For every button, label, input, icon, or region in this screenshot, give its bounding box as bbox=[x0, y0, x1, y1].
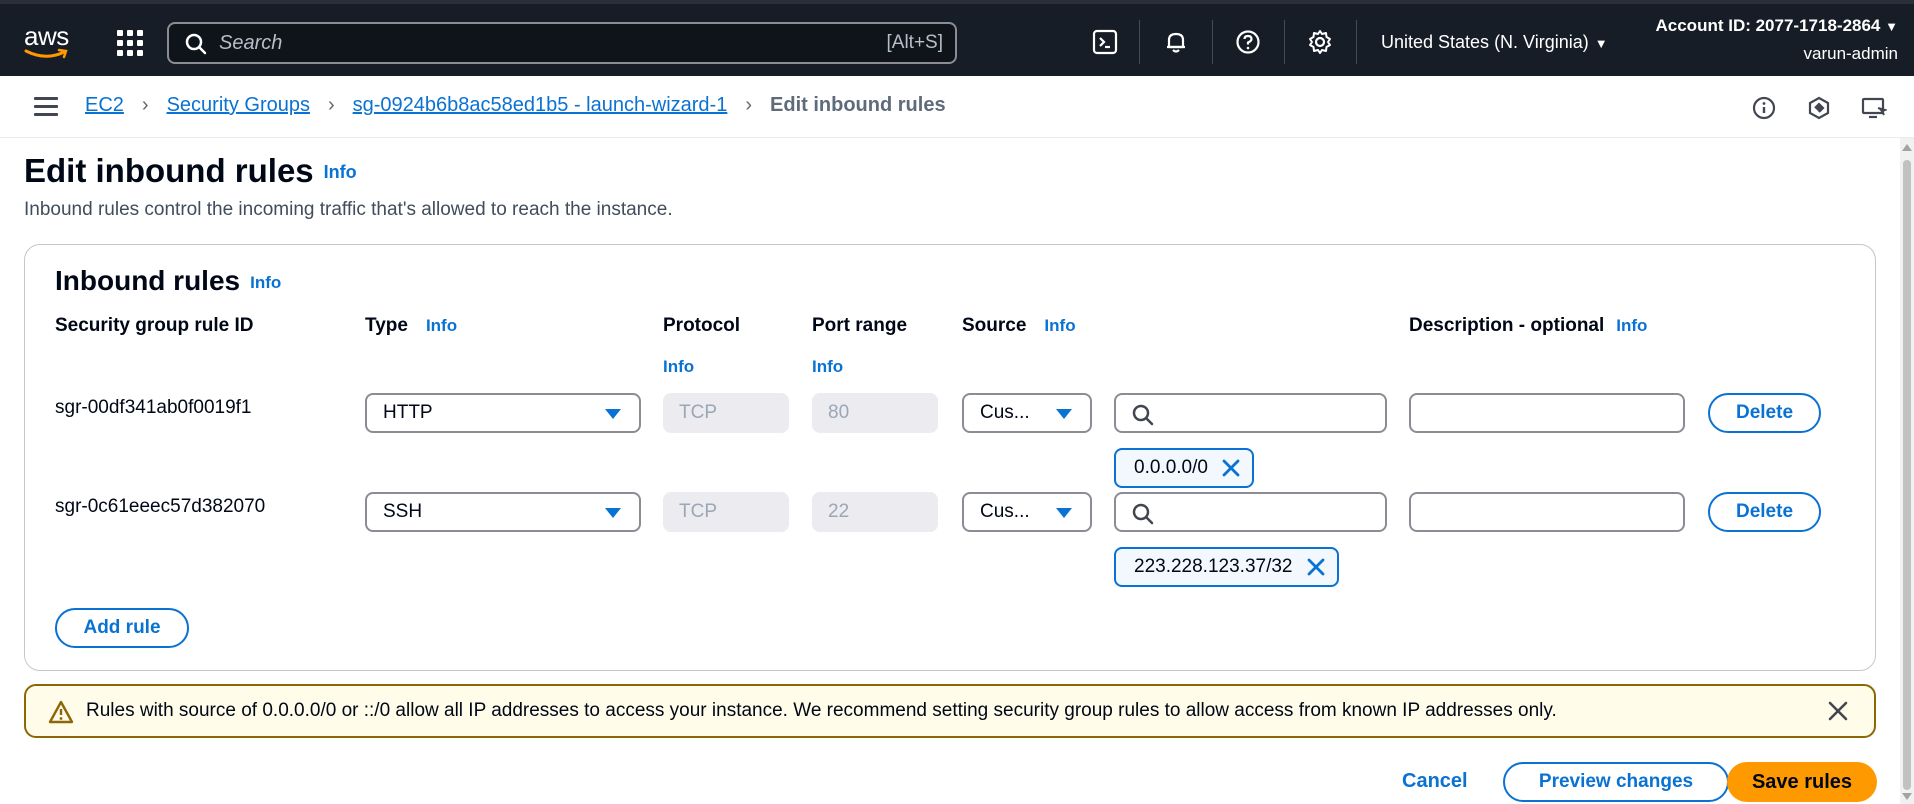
help-icon[interactable] bbox=[1232, 26, 1264, 58]
col-source-label: Source bbox=[962, 315, 1027, 336]
type-select-value: SSH bbox=[383, 501, 423, 522]
region-selector[interactable]: United States (N. Virginia) ▼ bbox=[1381, 32, 1608, 53]
source-type-select[interactable]: Cus... bbox=[962, 393, 1092, 433]
rule-id: sgr-00df341ab0f0019f1 bbox=[55, 397, 252, 418]
warning-text: Rules with source of 0.0.0.0/0 or ::/0 a… bbox=[86, 700, 1557, 721]
breadcrumb-bar: EC2 › Security Groups › sg-0924b6b8ac58e… bbox=[0, 76, 1914, 138]
monitor-icon[interactable] bbox=[1860, 94, 1888, 122]
port-range-info-link[interactable]: Info bbox=[812, 357, 843, 377]
account-menu[interactable]: Account ID: 2077-1718-2864 ▼ varun-admin bbox=[1656, 16, 1899, 64]
col-description: Description - optional Info bbox=[1409, 315, 1647, 337]
services-grid-icon[interactable] bbox=[117, 30, 143, 56]
gear-icon[interactable] bbox=[1304, 26, 1336, 58]
type-select-value: HTTP bbox=[383, 402, 433, 423]
warning-alert: Rules with source of 0.0.0.0/0 or ::/0 a… bbox=[24, 684, 1876, 738]
col-protocol: Protocol bbox=[663, 315, 741, 336]
settings-hex-icon[interactable] bbox=[1805, 94, 1833, 122]
search-icon bbox=[1132, 404, 1154, 426]
source-type-value: Cus... bbox=[980, 402, 1030, 423]
port-range-field: 80 bbox=[812, 393, 938, 433]
breadcrumb-security-groups[interactable]: Security Groups bbox=[167, 94, 310, 117]
caret-down-icon: ▼ bbox=[1885, 19, 1898, 34]
aws-logo[interactable]: aws bbox=[24, 21, 72, 60]
rule-id: sgr-0c61eeec57d382070 bbox=[55, 496, 266, 517]
menu-icon[interactable] bbox=[34, 97, 58, 117]
scroll-down-icon[interactable] bbox=[1902, 793, 1912, 800]
breadcrumb: EC2 › Security Groups › sg-0924b6b8ac58e… bbox=[85, 94, 946, 117]
source-token-label: 223.228.123.37/32 bbox=[1134, 556, 1293, 577]
source-search-input[interactable] bbox=[1114, 393, 1387, 433]
col-type: Type Info bbox=[365, 315, 457, 337]
smile-icon bbox=[24, 48, 68, 59]
user-name: varun-admin bbox=[1803, 44, 1899, 63]
col-source: Source Info bbox=[962, 315, 1076, 337]
search-shortcut: [Alt+S] bbox=[886, 32, 944, 53]
aws-logo-text: aws bbox=[24, 21, 69, 51]
col-port-range: Port range bbox=[812, 315, 908, 336]
breadcrumb-security-group[interactable]: sg-0924b6b8ac58ed1b5 - launch-wizard-1 bbox=[353, 94, 728, 117]
type-info-link[interactable]: Info bbox=[426, 316, 457, 335]
protocol-field: TCP bbox=[663, 393, 789, 433]
global-search[interactable]: [Alt+S] bbox=[167, 22, 957, 64]
panel-info-link[interactable]: Info bbox=[250, 273, 281, 292]
caret-down-icon bbox=[605, 508, 621, 518]
source-token: 0.0.0.0/0 bbox=[1114, 448, 1254, 488]
source-info-link[interactable]: Info bbox=[1044, 316, 1075, 335]
search-icon bbox=[1132, 503, 1154, 525]
caret-down-icon: ▼ bbox=[1594, 36, 1608, 51]
source-token: 223.228.123.37/32 bbox=[1114, 547, 1339, 587]
chevron-right-icon: › bbox=[745, 94, 753, 116]
page-scrollbar[interactable] bbox=[1900, 138, 1914, 804]
protocol-info-link[interactable]: Info bbox=[663, 357, 694, 377]
protocol-field: TCP bbox=[663, 492, 789, 532]
cloudshell-icon[interactable] bbox=[1089, 26, 1121, 58]
close-icon[interactable] bbox=[1826, 699, 1850, 723]
search-icon bbox=[185, 33, 207, 55]
cancel-button[interactable]: Cancel bbox=[1402, 770, 1468, 793]
source-type-select[interactable]: Cus... bbox=[962, 492, 1092, 532]
source-type-value: Cus... bbox=[980, 501, 1030, 522]
panel-title: Inbound rules Info bbox=[55, 265, 281, 297]
chevron-right-icon: › bbox=[141, 94, 149, 116]
page-title: Edit inbound rules Info bbox=[24, 152, 357, 190]
caret-down-icon bbox=[605, 409, 621, 419]
caret-down-icon bbox=[1056, 508, 1072, 518]
remove-token-icon[interactable] bbox=[1220, 457, 1242, 479]
port-range-field: 22 bbox=[812, 492, 938, 532]
description-input[interactable] bbox=[1409, 492, 1685, 532]
chevron-right-icon: › bbox=[327, 94, 335, 116]
panel-title-text: Inbound rules bbox=[55, 265, 241, 296]
scrollbar-thumb[interactable] bbox=[1903, 160, 1911, 790]
description-info-link[interactable]: Info bbox=[1616, 316, 1647, 335]
delete-rule-button[interactable]: Delete bbox=[1708, 492, 1821, 532]
account-id: Account ID: 2077-1718-2864 bbox=[1655, 16, 1881, 35]
warning-icon bbox=[48, 700, 74, 724]
description-input[interactable] bbox=[1409, 393, 1685, 433]
breadcrumb-current: Edit inbound rules bbox=[770, 94, 946, 116]
bell-icon[interactable] bbox=[1160, 26, 1192, 58]
search-input[interactable] bbox=[219, 30, 819, 56]
breadcrumb-ec2[interactable]: EC2 bbox=[85, 94, 124, 117]
inbound-rules-panel: Inbound rules Info Security group rule ID… bbox=[24, 244, 1876, 671]
type-select[interactable]: HTTP bbox=[365, 393, 641, 433]
page-title-text: Edit inbound rules bbox=[24, 152, 314, 189]
delete-rule-button[interactable]: Delete bbox=[1708, 393, 1821, 433]
page-info-link[interactable]: Info bbox=[324, 162, 357, 182]
scroll-up-icon[interactable] bbox=[1902, 144, 1912, 151]
col-type-label: Type bbox=[365, 315, 408, 336]
region-label: United States (N. Virginia) bbox=[1381, 32, 1589, 52]
col-rule-id: Security group rule ID bbox=[55, 315, 254, 336]
page-description: Inbound rules control the incoming traff… bbox=[24, 199, 673, 220]
remove-token-icon[interactable] bbox=[1305, 556, 1327, 578]
type-select[interactable]: SSH bbox=[365, 492, 641, 532]
preview-changes-button[interactable]: Preview changes bbox=[1503, 762, 1729, 802]
caret-down-icon bbox=[1056, 409, 1072, 419]
top-navigation: aws [Alt+S] bbox=[0, 0, 1914, 76]
info-circle-icon[interactable] bbox=[1750, 94, 1778, 122]
source-search-input[interactable] bbox=[1114, 492, 1387, 532]
col-description-label: Description - optional bbox=[1409, 315, 1605, 336]
save-rules-button[interactable]: Save rules bbox=[1727, 762, 1877, 802]
source-token-label: 0.0.0.0/0 bbox=[1134, 457, 1208, 478]
add-rule-button[interactable]: Add rule bbox=[55, 608, 189, 648]
